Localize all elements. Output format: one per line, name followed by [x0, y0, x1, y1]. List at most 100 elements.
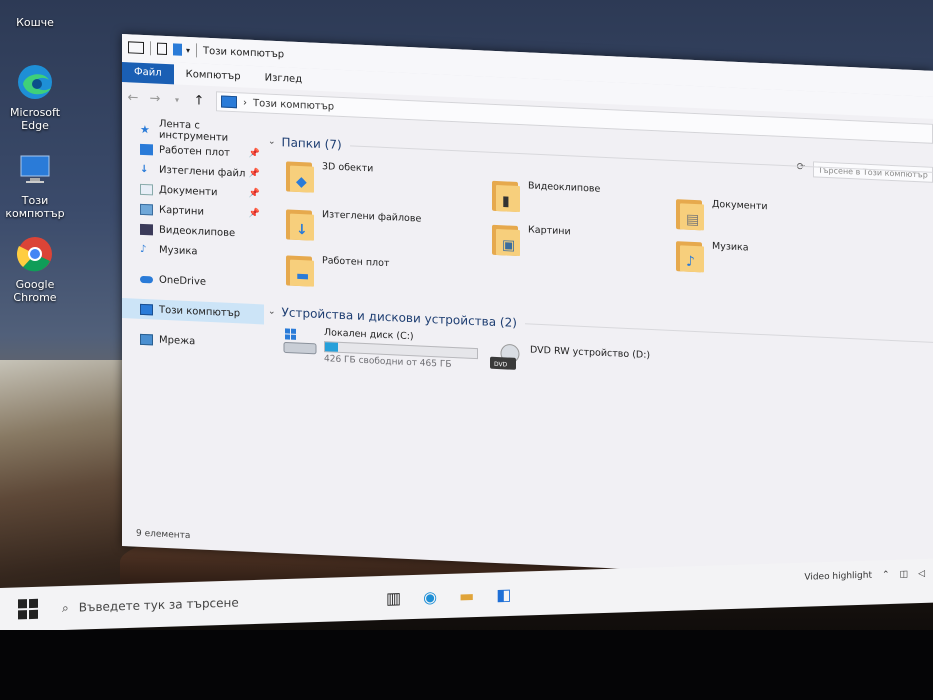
taskbar-search[interactable]: ⌕ Въведете тук за търсене [62, 592, 342, 616]
sidebar-item-label: Този компютър [159, 304, 241, 319]
recent-locations-icon[interactable]: ▾ [166, 94, 188, 104]
drive-local-c[interactable]: Локален диск (C:) 426 ГБ свободни от 465… [282, 325, 478, 371]
divider [150, 41, 151, 56]
document-icon: ▤ [674, 197, 706, 232]
quick-access-dropdown-icon[interactable]: ▾ [186, 45, 190, 54]
pin-icon[interactable]: 📌 [249, 209, 260, 220]
svg-text:DVD: DVD [494, 361, 508, 369]
windows-start-icon[interactable] [18, 598, 38, 620]
hard-drive-icon [282, 325, 318, 357]
desktop-icon-edge[interactable]: Microsoft Edge [0, 62, 70, 132]
pictures-icon [140, 203, 153, 215]
download-icon: ↓ [284, 207, 316, 242]
up-arrow-icon[interactable]: ↑ [188, 92, 210, 108]
tab-file[interactable]: Файл [122, 62, 174, 85]
folder-desktop[interactable]: ▬ Работен плот [284, 253, 389, 292]
folder-label: Картини [528, 224, 571, 238]
folder-3d-objects[interactable]: ◆ 3D обекти [284, 159, 373, 197]
folder-label: Музика [712, 240, 749, 254]
taskbar-search-placeholder: Въведете тук за търсене [78, 595, 239, 615]
tray-notification-text[interactable]: Video highlight [804, 571, 872, 583]
dvd-drive-icon: DVD [488, 343, 524, 375]
sidebar-item-label: Картини [159, 204, 204, 218]
desktop-icon-recycle-bin[interactable]: Кошче [0, 0, 70, 29]
desktop-icon-label: Microsoft Edge [9, 106, 61, 132]
pictures-icon: ▣ [490, 223, 522, 258]
desktop-icon-label: Google Chrome [13, 278, 57, 304]
computer-icon [140, 303, 153, 315]
folder-label: Документи [712, 198, 768, 213]
chevron-down-icon[interactable]: ⌄ [268, 307, 276, 317]
folder-pictures[interactable]: ▣ Картини [490, 223, 571, 261]
outlook-icon[interactable]: ◧ [496, 584, 511, 603]
sidebar-item-label: Документи [159, 184, 218, 198]
network-icon [140, 333, 153, 345]
folder-label: Изтеглени файлове [322, 209, 422, 225]
music-icon: ♪ [140, 243, 147, 255]
chevron-down-icon[interactable]: ⌄ [268, 137, 276, 147]
pin-icon[interactable]: 📌 [249, 149, 260, 160]
chrome-icon [15, 234, 55, 274]
sidebar-item-label: Видеоклипове [159, 224, 236, 239]
recycle-bin-icon [15, 0, 55, 12]
pin-icon[interactable]: 📌 [249, 189, 260, 200]
search-icon: ⌕ [62, 600, 69, 615]
file-explorer-icon[interactable]: ▬ [459, 586, 474, 605]
desktop-icon [140, 143, 153, 155]
desktop-icon-label: Кошче [16, 16, 54, 29]
desktop-icon: ▬ [284, 253, 316, 288]
folder-music[interactable]: ♪ Музика [674, 239, 749, 276]
computer-icon [128, 41, 144, 54]
file-explorer-window: ▾ Този компютър Файл Компютър Изглед ← →… [122, 34, 933, 583]
edge-icon [15, 62, 55, 102]
download-icon: ↓ [140, 163, 149, 175]
network-icon[interactable]: ◫ [900, 569, 909, 579]
folder-downloads[interactable]: ↓ Изтеглени файлове [284, 207, 421, 247]
navigation-pane: ★ Лента с инструменти Работен плот 📌 ↓ И… [122, 118, 264, 524]
music-icon: ♪ [674, 239, 706, 274]
computer-icon [221, 95, 237, 109]
desktop-icon-this-pc[interactable]: Този компютър [0, 150, 70, 220]
edge-icon[interactable]: ◉ [423, 587, 437, 606]
volume-icon[interactable]: ◁ [918, 569, 925, 579]
taskbar-apps: ▥ ◉ ▬ ◧ [386, 584, 511, 607]
sidebar-item-label: Мрежа [159, 334, 196, 347]
tab-computer[interactable]: Компютър [174, 64, 253, 88]
star-icon: ★ [140, 122, 150, 136]
folder-documents[interactable]: ▤ Документи [674, 197, 768, 235]
sidebar-item-label: Музика [159, 244, 198, 257]
divider [524, 322, 933, 343]
desktop-icon-label: Този компютър [5, 194, 65, 220]
cloud-icon [140, 275, 153, 283]
breadcrumb-separator: › [243, 96, 247, 109]
status-bar-item-count: 9 елемента [136, 528, 191, 542]
task-view-icon[interactable]: ▥ [386, 588, 401, 607]
breadcrumb-this-pc[interactable]: Този компютър [253, 97, 334, 112]
new-folder-icon[interactable] [173, 43, 182, 56]
sidebar-item-label: OneDrive [159, 274, 207, 288]
video-icon: ▮ [490, 179, 522, 214]
screen-bezel [0, 630, 933, 700]
back-arrow-icon[interactable]: ← [122, 90, 144, 106]
forward-arrow-icon[interactable]: → [144, 90, 166, 106]
drive-label: DVD RW устройство (D:) [530, 344, 651, 361]
desktop-icon-chrome[interactable]: Google Chrome [0, 234, 70, 304]
tab-view[interactable]: Изглед [253, 68, 315, 91]
folder-videos[interactable]: ▮ Видеоклипове [490, 179, 600, 218]
main-content: ⌄ Папки (7) ◆ 3D обекти ▮ Видеоклипове ▤… [264, 124, 933, 554]
folder-label: Работен плот [322, 255, 390, 270]
divider [196, 43, 198, 58]
pin-icon[interactable]: 📌 [249, 169, 260, 180]
computer-icon [15, 150, 55, 190]
system-tray: Video highlight ⌃ ◫ ◁ [804, 569, 925, 583]
drive-usage-fill [325, 342, 338, 352]
divider [349, 144, 933, 173]
folder-label: Видеоклипове [528, 180, 601, 195]
drive-dvd-d[interactable]: DVD DVD RW устройство (D:) [488, 343, 650, 380]
document-icon [140, 183, 153, 195]
tray-chevron-icon[interactable]: ⌃ [882, 570, 890, 580]
properties-icon[interactable] [157, 42, 167, 56]
video-icon [140, 223, 153, 235]
3d-objects-icon: ◆ [284, 159, 316, 194]
sidebar-item-label: Изтеглени файл [159, 164, 246, 180]
